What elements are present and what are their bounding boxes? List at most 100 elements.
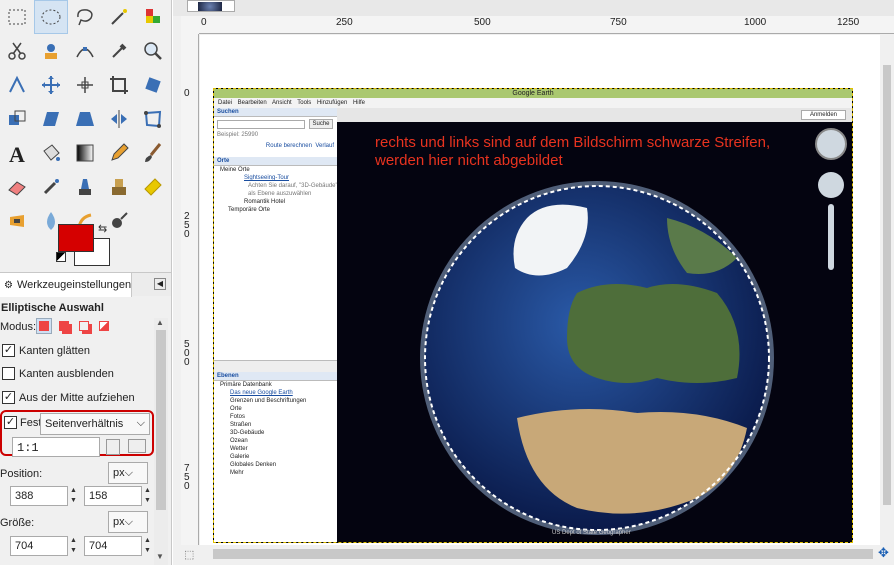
tool-button[interactable]	[0, 102, 34, 136]
tool-button[interactable]	[34, 68, 68, 102]
fixed-mode-select[interactable]: Seitenverhältnis ⌵	[40, 413, 150, 435]
navigate-icon[interactable]: ✥	[873, 545, 894, 565]
tool-button[interactable]	[102, 0, 136, 34]
dock-tabbar: ⚙ Werkzeugeinstellungen ◀	[0, 272, 171, 297]
scroll-up-icon[interactable]: ▲	[156, 318, 164, 327]
ge-layers-list: Primäre Datenbank Das neue Google Earth Gr…	[214, 381, 337, 477]
tool-button[interactable]	[34, 170, 68, 204]
mode-intersect-button[interactable]	[96, 318, 112, 334]
tool-button[interactable]	[34, 136, 68, 170]
size-w-spinner[interactable]: ▲ ▼	[69, 536, 78, 556]
ge-navigation-controls	[815, 128, 847, 270]
landscape-icon[interactable]	[128, 439, 146, 453]
paintbrush-icon	[145, 143, 162, 162]
tool-button[interactable]	[68, 102, 102, 136]
ge-layer-item: Galerie	[230, 454, 250, 460]
tool-button[interactable]: A	[0, 136, 34, 170]
image-tab-thumbnail[interactable]	[187, 0, 235, 12]
tool-button[interactable]	[136, 170, 170, 204]
tool-button[interactable]	[0, 34, 34, 68]
size-h-input[interactable]: 704	[84, 536, 142, 556]
antialias-checkbox[interactable]: ✓	[2, 344, 15, 357]
globe-image	[420, 181, 774, 535]
ge-place-item: Meine Orte	[220, 167, 250, 173]
tool-button[interactable]	[136, 68, 170, 102]
tool-button[interactable]	[136, 136, 170, 170]
canvas-vertical-scrollbar[interactable]	[880, 35, 894, 545]
size-w-input[interactable]: 704	[10, 536, 68, 556]
tool-button[interactable]	[102, 34, 136, 68]
pan-control-icon	[818, 172, 844, 198]
tool-button[interactable]	[68, 34, 102, 68]
tool-button[interactable]	[102, 102, 136, 136]
ge-layer-item: Mehr	[230, 470, 244, 476]
tool-button[interactable]	[68, 0, 102, 34]
quick-mask-toggle[interactable]: ⬚	[173, 545, 199, 565]
toolbox-panel: A ⇆ ⚙ Werkzeugeinstellungen ◀ Elliptisch…	[0, 0, 172, 565]
tool-button[interactable]	[68, 68, 102, 102]
fixed-checkbox[interactable]: ✓	[4, 416, 17, 429]
size-h-spinner[interactable]: ▲ ▼	[143, 536, 152, 556]
tool-button[interactable]	[136, 102, 170, 136]
ruler-label: 0	[201, 17, 207, 28]
expand-from-center-label: Aus der Mitte aufziehen	[19, 392, 135, 404]
tool-button[interactable]	[68, 170, 102, 204]
ge-sidebar: Suchen Suche Beispiel: 25990 Route berec…	[214, 108, 338, 542]
ruler-label: 250	[184, 211, 190, 240]
ge-place-item: Temporäre Orte	[228, 207, 271, 213]
tool-button[interactable]	[34, 34, 68, 68]
vertical-ruler: 0 250 500 750	[181, 34, 199, 545]
mode-replace-button[interactable]	[36, 318, 52, 334]
clone-icon	[112, 179, 126, 195]
swap-colors-icon[interactable]: ⇆	[98, 222, 107, 235]
vertical-scroll-thumb[interactable]	[883, 65, 891, 505]
lasso-icon	[77, 9, 93, 26]
tool-button[interactable]	[0, 170, 34, 204]
tool-button[interactable]	[68, 136, 102, 170]
tool-button[interactable]	[0, 204, 34, 238]
options-scroll-thumb[interactable]	[156, 330, 166, 510]
tool-button[interactable]	[0, 68, 34, 102]
tool-button[interactable]	[102, 68, 136, 102]
measure-icon	[9, 75, 25, 93]
feather-checkbox[interactable]	[2, 367, 15, 380]
tool-button[interactable]	[102, 136, 136, 170]
tool-button[interactable]	[136, 0, 170, 34]
mode-subtract-button[interactable]	[76, 318, 92, 334]
size-unit-select[interactable]: px⌵	[108, 511, 148, 533]
default-colors-icon[interactable]	[56, 252, 66, 262]
position-x-spinner[interactable]: ▲ ▼	[69, 486, 78, 506]
portrait-icon[interactable]	[106, 439, 120, 455]
perspective-clone-icon	[10, 215, 24, 227]
position-y-spinner[interactable]: ▲ ▼	[143, 486, 152, 506]
paths-icon	[76, 47, 94, 58]
scroll-down-icon[interactable]: ▼	[156, 552, 164, 561]
ellipse-select-icon	[41, 9, 61, 25]
expand-from-center-checkbox[interactable]: ✓	[2, 391, 15, 404]
ratio-input[interactable]: 1:1	[12, 437, 100, 457]
heal-icon	[144, 178, 162, 196]
tool-button[interactable]	[102, 170, 136, 204]
tool-button[interactable]	[34, 0, 68, 34]
canvas-horizontal-scrollbar[interactable]	[199, 545, 880, 565]
tool-button[interactable]	[34, 102, 68, 136]
cage-icon	[144, 110, 162, 128]
foreground-color-swatch[interactable]	[58, 224, 94, 252]
ge-history-link: Verlauf	[315, 143, 334, 149]
ge-layer-item: 3D-Gebäude	[230, 430, 265, 436]
rotate-icon	[145, 77, 161, 93]
options-scrollbar[interactable]: ▲ ▼	[154, 318, 168, 565]
position-unit-select[interactable]: px⌵	[108, 462, 148, 484]
ge-place-item: Sightseeing-Tour	[244, 175, 290, 181]
position-y-input[interactable]: 158	[84, 486, 142, 506]
position-x-input[interactable]: 388	[10, 486, 68, 506]
mode-add-button[interactable]	[56, 318, 72, 334]
tab-tool-options-label: Werkzeugeinstellungen	[16, 279, 132, 291]
tool-button[interactable]	[0, 0, 34, 34]
tool-button[interactable]	[136, 34, 170, 68]
horizontal-scroll-thumb[interactable]	[213, 549, 873, 559]
dock-menu-button[interactable]: ◀	[154, 278, 166, 290]
ge-search-button: Suche	[309, 119, 333, 129]
ruler-label: 250	[336, 17, 353, 28]
tab-tool-options[interactable]: ⚙ Werkzeugeinstellungen	[0, 273, 132, 297]
